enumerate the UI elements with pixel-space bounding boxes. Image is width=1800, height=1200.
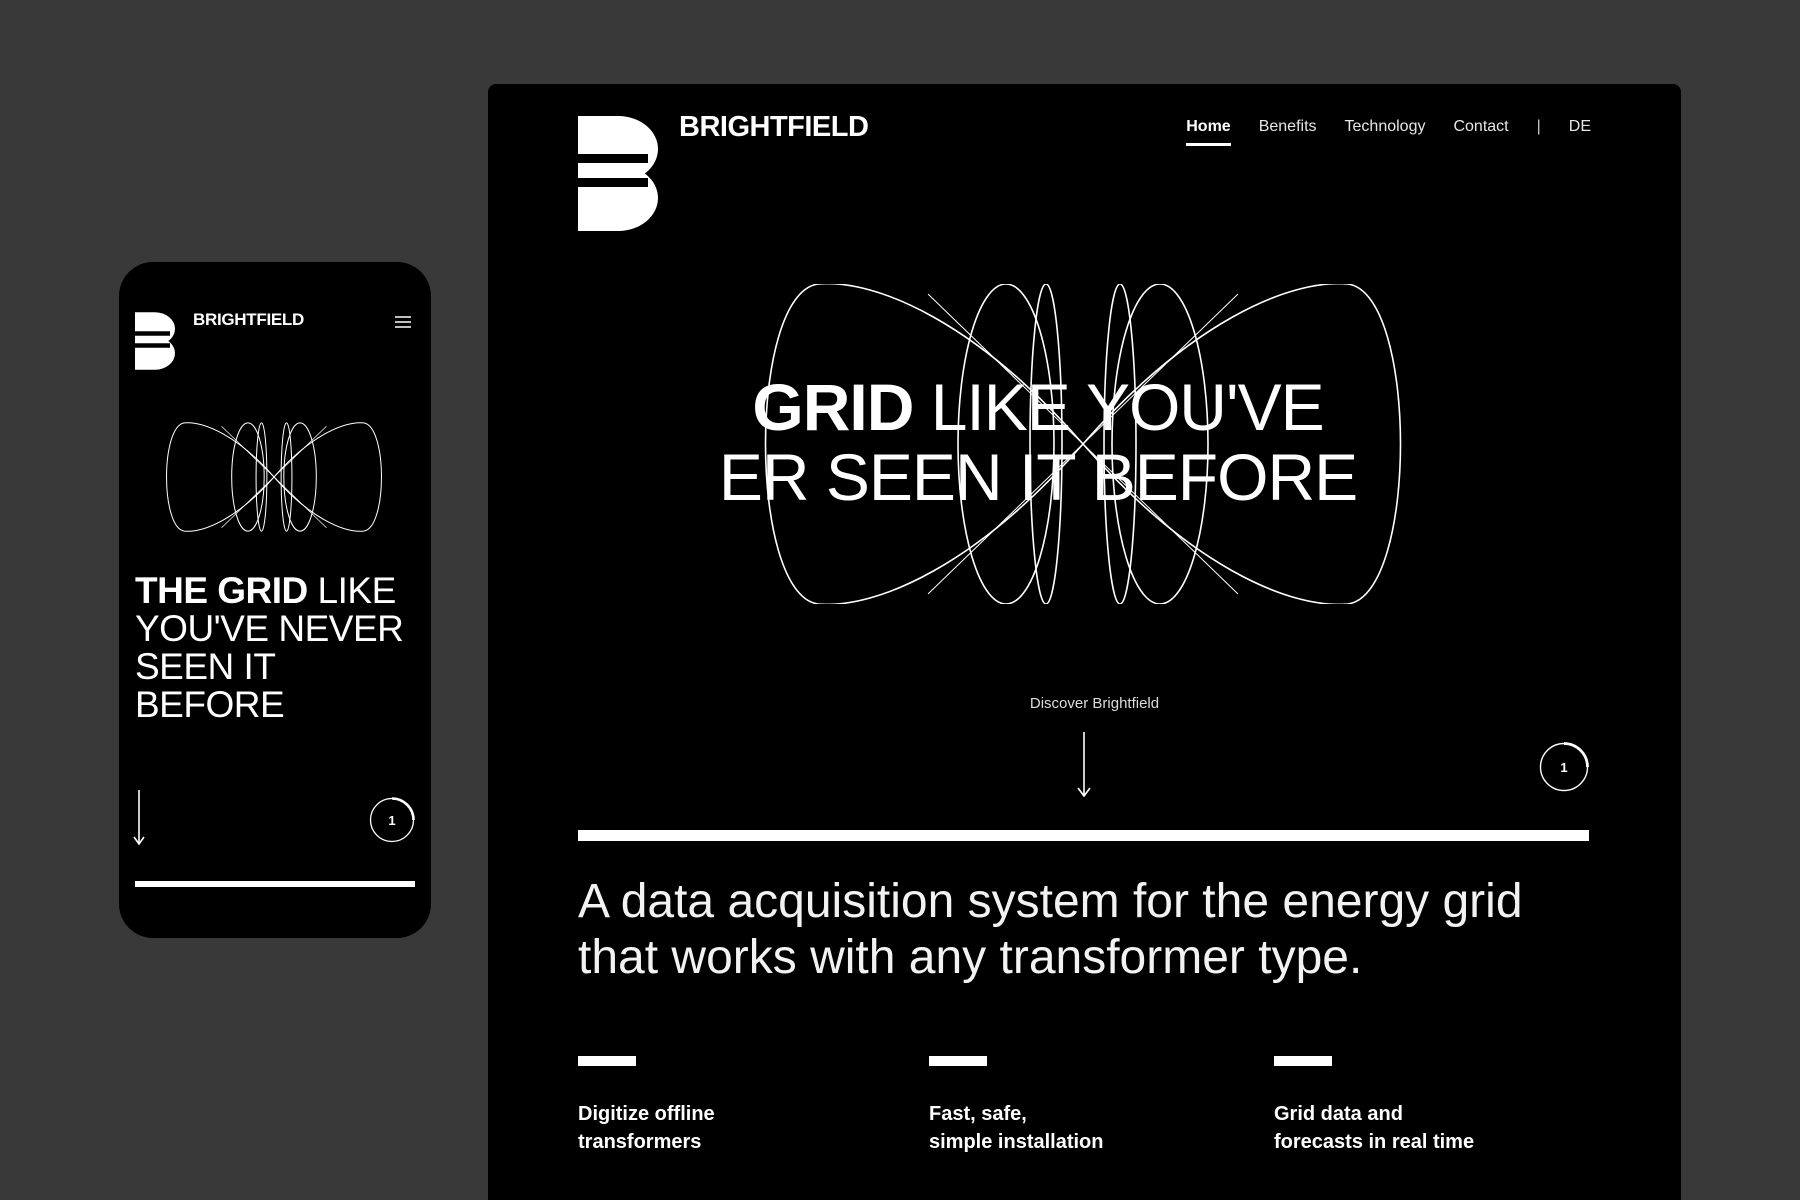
brightfield-logo-icon[interactable] (135, 312, 178, 370)
section-divider (135, 881, 415, 887)
feature-text: Grid data and forecasts in real time (1274, 1103, 1475, 1153)
hero-headline: GRID LIKE YOU'VE ER SEEN IT BEFORE (688, 372, 1388, 512)
nav-contact[interactable]: Contact (1453, 118, 1508, 146)
section-divider (578, 830, 1589, 841)
hero-headline-bold: THE GRID (135, 570, 308, 611)
hero-headline-bold: GRID (752, 370, 914, 444)
progress-circle-icon[interactable]: 1 (369, 797, 415, 843)
feature-item: Grid data and forecasts in real time (1274, 1056, 1534, 1156)
brightfield-logo-icon[interactable] (578, 116, 664, 231)
language-switch[interactable]: DE (1569, 118, 1591, 146)
brand-name[interactable]: BRIGHTFIELD (679, 111, 869, 144)
feature-item: Fast, safe, simple installation (929, 1056, 1189, 1156)
arrow-down-icon[interactable] (1076, 732, 1092, 798)
page-indicator-number: 1 (388, 813, 395, 828)
feature-text: Fast, safe, simple installation (929, 1103, 1104, 1153)
main-nav: Home Benefits Technology Contact | DE (1186, 118, 1591, 146)
nav-technology[interactable]: Technology (1345, 118, 1426, 146)
brand-name[interactable]: BRIGHTFIELD (193, 310, 304, 330)
hero-headline-line1: LIKE YOU'VE (913, 370, 1325, 444)
progress-circle-icon[interactable]: 1 (1539, 742, 1589, 792)
hero-headline: THE GRID LIKE YOU'VE NEVER SEEN IT BEFOR… (135, 572, 415, 724)
feature-item: Digitize offline transformers (578, 1056, 838, 1156)
desktop-screen: BRIGHTFIELD Home Benefits Technology Con… (488, 84, 1681, 1200)
nav-home[interactable]: Home (1186, 118, 1232, 146)
discover-link[interactable]: Discover Brightfield (488, 695, 1681, 712)
page-indicator-number: 1 (1560, 760, 1567, 775)
feature-bar (1274, 1056, 1332, 1066)
hamburger-menu-icon[interactable] (393, 314, 413, 330)
mobile-screen: BRIGHTFIELD THE GRID LIKE YOU'VE NEVER S… (119, 262, 431, 938)
hero-headline-line2: ER SEEN IT BEFORE (718, 440, 1358, 514)
nav-separator: | (1536, 118, 1541, 135)
nav-benefits[interactable]: Benefits (1259, 118, 1317, 146)
feature-text: Digitize offline transformers (578, 1103, 715, 1153)
orbit-graphic (166, 422, 382, 532)
lead-text: A data acquisition system for the energy… (578, 875, 1523, 984)
feature-bar (578, 1056, 636, 1066)
feature-bar (929, 1056, 987, 1066)
arrow-down-icon[interactable] (133, 790, 145, 846)
